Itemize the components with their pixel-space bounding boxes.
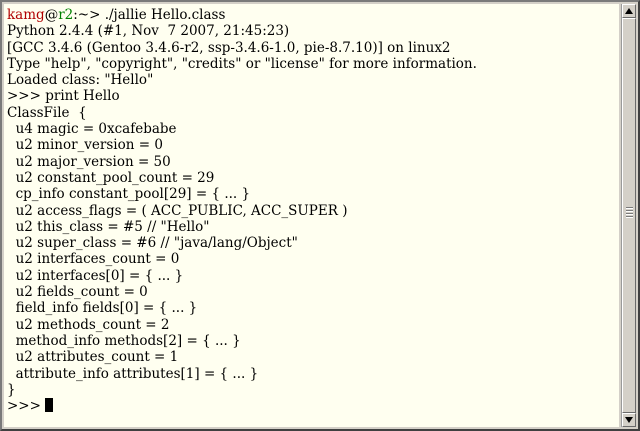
output-line: [GCC 3.4.6 (Gentoo 3.4.6-r2, ssp-3.4.6-1… bbox=[7, 39, 451, 56]
text-cursor bbox=[45, 398, 54, 413]
grip-line bbox=[626, 216, 633, 217]
output-line: u2 access_flags = ( ACC_PUBLIC, ACC_SUPE… bbox=[7, 202, 348, 219]
input-line[interactable]: >>> bbox=[7, 398, 619, 414]
output-line: ClassFile { bbox=[7, 104, 87, 121]
python-prompt: >>> bbox=[7, 398, 46, 415]
terminal-output[interactable]: kamg@r2:~> ./jallie Hello.class Python 2.… bbox=[4, 4, 619, 427]
vertical-scrollbar[interactable] bbox=[621, 4, 636, 427]
output-line: >>> print Hello bbox=[7, 88, 120, 105]
output-line: u2 major_version = 50 bbox=[7, 153, 171, 170]
output-line: u2 constant_pool_count = 29 bbox=[7, 169, 215, 186]
output-line: Loaded class: "Hello" bbox=[7, 72, 154, 89]
prompt-at: @ bbox=[44, 7, 59, 23]
output-line: u2 attributes_count = 1 bbox=[7, 349, 179, 366]
output-line: } bbox=[7, 381, 16, 398]
scrollbar-thumb[interactable] bbox=[622, 18, 636, 413]
scroll-up-button[interactable] bbox=[622, 4, 636, 18]
prompt-host: r2 bbox=[58, 7, 74, 23]
prompt-command: :~> ./jallie Hello.class bbox=[73, 7, 226, 23]
prompt-user: kamg bbox=[7, 7, 45, 23]
output-line: u2 this_class = #5 // "Hello" bbox=[7, 218, 210, 235]
output-line: Python 2.4.4 (#1, Nov 7 2007, 21:45:23) bbox=[7, 23, 290, 40]
scroll-down-button[interactable] bbox=[622, 413, 636, 427]
arrow-up-icon bbox=[625, 8, 633, 14]
output-line: attribute_info attributes[1] = { ... } bbox=[7, 365, 259, 382]
output-lines: Python 2.4.4 (#1, Nov 7 2007, 21:45:23)[… bbox=[7, 23, 619, 398]
grip-line bbox=[626, 210, 633, 211]
output-line: u2 interfaces_count = 0 bbox=[7, 251, 180, 268]
output-line: u2 minor_version = 0 bbox=[7, 137, 163, 154]
output-line: method_info methods[2] = { ... } bbox=[7, 332, 241, 349]
output-line: Type "help", "copyright", "credits" or "… bbox=[7, 55, 477, 72]
output-line: u2 super_class = #6 // "java/lang/Object… bbox=[7, 235, 298, 252]
output-line: u2 methods_count = 2 bbox=[7, 316, 170, 333]
grip-line bbox=[626, 213, 633, 214]
arrow-down-icon bbox=[625, 417, 633, 423]
output-line: u2 fields_count = 0 bbox=[7, 284, 148, 301]
shell-prompt-line: kamg@r2:~> ./jallie Hello.class bbox=[7, 7, 619, 23]
output-line: field_info fields[0] = { ... } bbox=[7, 300, 198, 317]
output-line: u4 magic = 0xcafebabe bbox=[7, 121, 177, 138]
grip-line bbox=[626, 207, 633, 208]
output-line: cp_info constant_pool[29] = { ... } bbox=[7, 186, 251, 203]
terminal-window: kamg@r2:~> ./jallie Hello.class Python 2.… bbox=[0, 0, 640, 431]
output-line: u2 interfaces[0] = { ... } bbox=[7, 267, 184, 284]
